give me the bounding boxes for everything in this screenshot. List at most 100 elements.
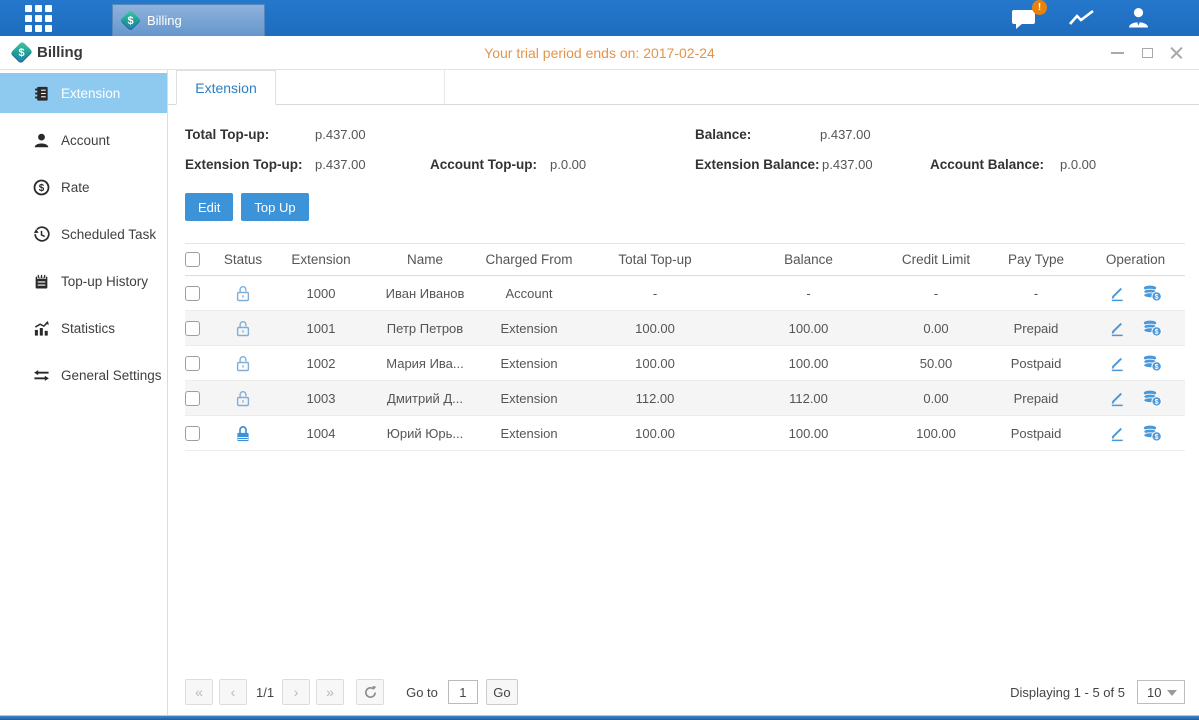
total-topup-cell: 100.00 bbox=[579, 356, 731, 371]
edit-button[interactable]: Edit bbox=[185, 193, 233, 221]
notepad-icon bbox=[33, 273, 50, 290]
total-topup-cell: 112.00 bbox=[579, 391, 731, 406]
balance-cell: - bbox=[731, 286, 886, 301]
window-controls bbox=[1109, 45, 1185, 61]
top-up-row-icon[interactable]: $ bbox=[1142, 319, 1162, 337]
last-page-button[interactable]: » bbox=[316, 679, 344, 705]
total-topup-value: p.437.00 bbox=[315, 127, 366, 142]
account-balance-label: Account Balance: bbox=[930, 157, 1060, 172]
top-up-row-icon[interactable]: $ bbox=[1142, 354, 1162, 372]
go-button[interactable]: Go bbox=[486, 679, 518, 705]
top-up-row-icon[interactable]: $ bbox=[1142, 389, 1162, 407]
maximize-button[interactable] bbox=[1139, 45, 1155, 61]
sliders-icon bbox=[33, 367, 50, 384]
sidebar-item-label: Rate bbox=[61, 180, 90, 195]
extension-table: Status Extension Name Charged From Total… bbox=[185, 243, 1185, 451]
user-account-icon[interactable] bbox=[1126, 6, 1151, 30]
sidebar-item-rate[interactable]: $ Rate bbox=[0, 167, 167, 207]
page-indicator: 1/1 bbox=[256, 685, 274, 700]
pay-type-cell: Prepaid bbox=[986, 391, 1086, 406]
table-row[interactable]: 1003 Дмитрий Д... Extension 112.00 112.0… bbox=[185, 381, 1185, 416]
edit-row-icon[interactable] bbox=[1109, 355, 1126, 372]
desktop-bottom-strip bbox=[0, 715, 1199, 720]
history-clock-icon bbox=[33, 226, 50, 243]
tab-extension[interactable]: Extension bbox=[176, 70, 276, 105]
minimize-button[interactable] bbox=[1109, 45, 1125, 61]
table-row[interactable]: 1000 Иван Иванов Account - - - - $ bbox=[185, 276, 1185, 311]
table-row[interactable]: 1002 Мария Ива... Extension 100.00 100.0… bbox=[185, 346, 1185, 381]
sidebar-item-topup-history[interactable]: Top-up History bbox=[0, 261, 167, 301]
row-checkbox[interactable] bbox=[185, 426, 200, 441]
sidebar-item-extension[interactable]: Extension bbox=[0, 73, 167, 113]
svg-text:$: $ bbox=[1155, 294, 1159, 301]
balance-cell: 100.00 bbox=[731, 356, 886, 371]
account-topup-value: p.0.00 bbox=[550, 157, 586, 172]
balance-cell: 112.00 bbox=[731, 391, 886, 406]
refresh-button[interactable] bbox=[356, 679, 384, 705]
sidebar-item-general-settings[interactable]: General Settings bbox=[0, 355, 167, 395]
grid-icon bbox=[25, 5, 52, 32]
charged-from-cell: Extension bbox=[479, 321, 579, 336]
sidebar-item-account[interactable]: Account bbox=[0, 120, 167, 160]
pagination-bar: « ‹ 1/1 › » Go to Go Displaying 1 - 5 of… bbox=[168, 669, 1199, 715]
tab-strip: Extension bbox=[168, 70, 1199, 105]
row-checkbox[interactable] bbox=[185, 356, 200, 371]
extension-cell: 1004 bbox=[271, 426, 371, 441]
sidebar-item-scheduled-task[interactable]: Scheduled Task bbox=[0, 214, 167, 254]
edit-row-icon[interactable] bbox=[1109, 320, 1126, 337]
screen: $ Billing ! $ Billing Your trial period … bbox=[0, 0, 1199, 720]
table-body: 1000 Иван Иванов Account - - - - $ 1001 … bbox=[185, 276, 1185, 451]
credit-limit-cell: 0.00 bbox=[886, 321, 986, 336]
page-size-select[interactable]: 10 bbox=[1137, 680, 1185, 704]
operation-cell: $ bbox=[1086, 319, 1185, 337]
total-topup-label: Total Top-up: bbox=[185, 127, 315, 142]
sidebar-item-label: Scheduled Task bbox=[61, 227, 156, 242]
top-up-button[interactable]: Top Up bbox=[241, 193, 308, 221]
select-all-checkbox[interactable] bbox=[185, 252, 200, 267]
next-page-button[interactable]: › bbox=[282, 679, 310, 705]
lock-cell bbox=[215, 389, 271, 408]
operation-cell: $ bbox=[1086, 354, 1185, 372]
edit-row-icon[interactable] bbox=[1109, 425, 1126, 442]
row-checkbox[interactable] bbox=[185, 321, 200, 336]
app-launcher-grid-icon[interactable] bbox=[0, 0, 76, 36]
lock-cell bbox=[215, 319, 271, 338]
row-checkbox[interactable] bbox=[185, 286, 200, 301]
lock-status-icon bbox=[235, 389, 251, 404]
lock-status-icon bbox=[235, 424, 251, 439]
sidebar-item-statistics[interactable]: Statistics bbox=[0, 308, 167, 348]
close-button[interactable] bbox=[1169, 45, 1185, 61]
balance-cell: 100.00 bbox=[731, 321, 886, 336]
sidebar-item-label: Statistics bbox=[61, 321, 115, 336]
table-row[interactable]: 1001 Петр Петров Extension 100.00 100.00… bbox=[185, 311, 1185, 346]
window-title-label: Billing bbox=[37, 44, 83, 61]
row-checkbox[interactable] bbox=[185, 391, 200, 406]
col-total-topup: Total Top-up bbox=[579, 252, 731, 267]
operation-cell: $ bbox=[1086, 284, 1185, 302]
edit-row-icon[interactable] bbox=[1109, 285, 1126, 302]
top-up-row-icon[interactable]: $ bbox=[1142, 424, 1162, 442]
edit-row-icon[interactable] bbox=[1109, 390, 1126, 407]
balance-label: Balance: bbox=[695, 127, 820, 142]
total-topup-cell: - bbox=[579, 286, 731, 301]
svg-text:$: $ bbox=[1155, 399, 1159, 406]
charged-from-cell: Extension bbox=[479, 426, 579, 441]
extension-cell: 1000 bbox=[271, 286, 371, 301]
col-extension: Extension bbox=[271, 252, 371, 267]
table-row[interactable]: 1004 Юрий Юрь... Extension 100.00 100.00… bbox=[185, 416, 1185, 451]
goto-label: Go to bbox=[406, 685, 438, 700]
window-titlebar: $ Billing Your trial period ends on: 201… bbox=[0, 36, 1199, 70]
statistics-chart-icon[interactable] bbox=[1068, 8, 1096, 28]
top-up-row-icon[interactable]: $ bbox=[1142, 284, 1162, 302]
lock-status-icon bbox=[235, 354, 251, 369]
messages-icon[interactable]: ! bbox=[1011, 7, 1038, 30]
goto-page-input[interactable] bbox=[448, 680, 478, 704]
account-topup-label: Account Top-up: bbox=[430, 157, 550, 172]
prev-page-button[interactable]: ‹ bbox=[219, 679, 247, 705]
lock-cell bbox=[215, 424, 271, 443]
first-page-button[interactable]: « bbox=[185, 679, 213, 705]
operation-cell: $ bbox=[1086, 389, 1185, 407]
lock-status-icon bbox=[235, 284, 251, 299]
charged-from-cell: Extension bbox=[479, 356, 579, 371]
taskbar-tab-billing[interactable]: $ Billing bbox=[112, 4, 265, 36]
